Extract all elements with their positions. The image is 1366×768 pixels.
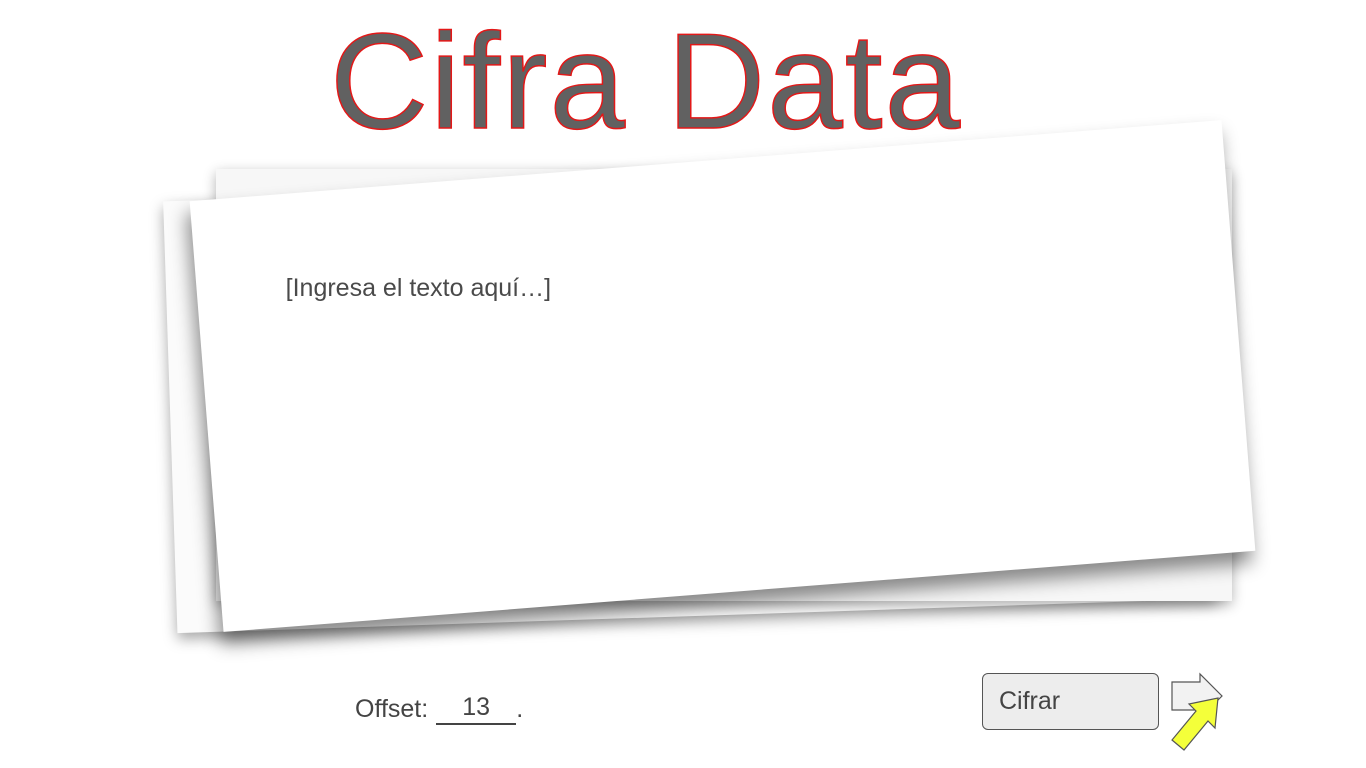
offset-period: . (516, 694, 524, 723)
cipher-button[interactable]: Cifrar (982, 673, 1159, 730)
paper-sheet-front (189, 120, 1256, 632)
message-input[interactable] (285, 273, 1146, 574)
offset-label: Offset: (355, 694, 429, 723)
offset-input[interactable] (436, 693, 517, 725)
app-stage: Cifra Data Offset: . Cifrar (0, 0, 1366, 768)
app-title: Cifra Data (329, 5, 963, 157)
offset-row: Offset: . (355, 692, 523, 726)
pointer-arrow-icon[interactable] (1168, 670, 1228, 756)
